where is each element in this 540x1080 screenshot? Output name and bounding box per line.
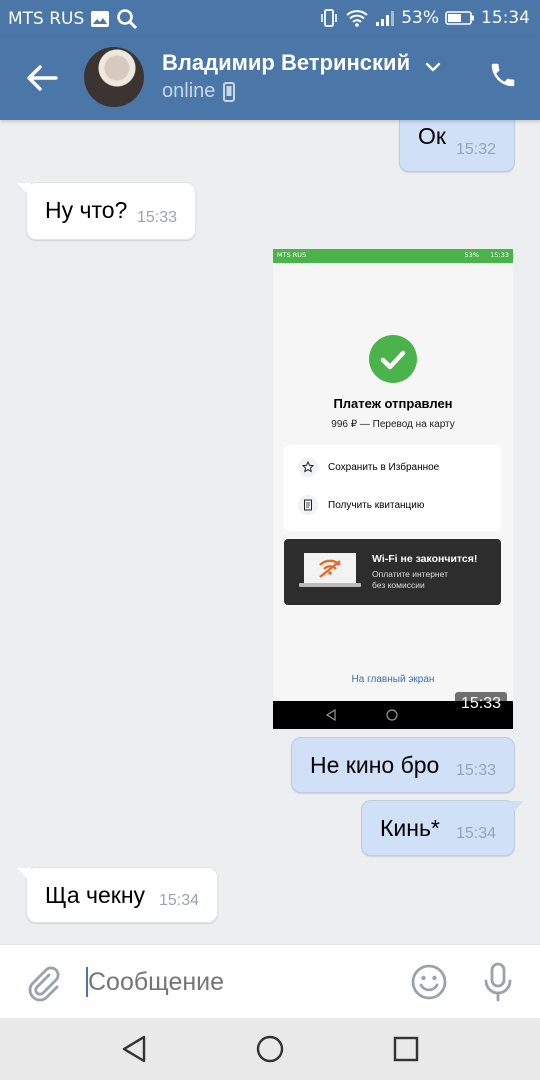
nav-back-button[interactable] (120, 1034, 148, 1064)
promo-line-2: без комиссии (372, 580, 425, 590)
system-nav-bar (0, 1018, 540, 1080)
attachment-status-bar: MTS RUS 53% 15:33 (273, 249, 513, 263)
paperclip-icon[interactable] (22, 962, 62, 1002)
promo-line-1: Оплатите интернет (372, 569, 448, 579)
message-time: 15:34 (455, 825, 496, 842)
home-screen-link: На главный экран (351, 674, 435, 685)
wifi-icon (346, 10, 368, 27)
online-label: online (162, 80, 216, 102)
laptop-wifi-icon (299, 553, 361, 587)
image-icon (91, 11, 110, 27)
mobile-icon (223, 81, 236, 102)
back-arrow-icon[interactable] (24, 60, 60, 96)
message-time: 15:34 (158, 892, 199, 909)
receipt-icon (298, 495, 318, 515)
contact-name[interactable]: Владимир Ветринский (162, 50, 410, 76)
nav-recents-button[interactable] (393, 1036, 419, 1062)
message-bubble-incoming[interactable]: Ну что? 15:33 (17, 182, 196, 240)
save-favorite-row: Сохранить в Избранное (298, 457, 439, 477)
signal-icon (376, 11, 395, 26)
clock: 15:34 (481, 8, 530, 28)
message-text: Ок (418, 123, 446, 149)
message-time: 15:33 (455, 762, 496, 779)
payment-actions-card: Сохранить в Избранное Получить квитанцию (284, 445, 501, 531)
avatar[interactable] (84, 47, 144, 107)
attachment-clock: 15:33 (490, 251, 509, 259)
message-time: 15:32 (455, 141, 496, 158)
nav-home-button[interactable] (256, 1035, 284, 1063)
nav-back-icon (325, 709, 336, 721)
chat-header: Владимир Ветринский online (0, 36, 540, 120)
message-bubble-outgoing[interactable]: Кинь* 15:34 (361, 800, 524, 856)
image-attachment[interactable]: MTS RUS 53% 15:33 Платеж отправлен 996 ₽… (273, 249, 513, 729)
battery-icon (445, 11, 474, 25)
status-bar: MTS RUS 53% 15:34 (0, 0, 540, 36)
battery-percent: 53% (401, 8, 439, 28)
attachment-carrier: MTS RUS (277, 251, 307, 259)
attachment-time: 15:33 (454, 692, 507, 716)
message-text: Кинь* (380, 815, 440, 841)
nav-home-icon (386, 709, 398, 721)
payment-title: Платеж отправлен (333, 396, 453, 411)
promo-banner: Wi-Fi не закончится! Оплатите интернет б… (284, 539, 501, 605)
phone-icon[interactable] (488, 60, 518, 90)
payment-subtitle: 996 ₽ — Перевод на карту (331, 419, 455, 430)
message-input[interactable] (88, 968, 388, 997)
receipt-label: Получить квитанцию (328, 499, 425, 511)
message-time: 15:33 (136, 209, 177, 226)
message-text: Ну что? (45, 197, 128, 223)
online-status: online (162, 80, 236, 103)
message-bubble-outgoing[interactable]: Не кино бро 15:33 (291, 737, 515, 793)
message-text: Не кино бро (310, 752, 440, 778)
search-icon (117, 9, 138, 30)
carrier-label: MTS RUS (8, 9, 85, 29)
emoji-icon[interactable] (410, 963, 448, 1001)
check-icon (369, 335, 417, 383)
chevron-down-icon[interactable] (424, 58, 442, 76)
vibrate-icon (321, 9, 338, 27)
message-text: Ща чекну (45, 882, 146, 908)
message-bubble-incoming[interactable]: Ща чекну 15:34 (17, 867, 218, 923)
message-composer (0, 944, 540, 1019)
save-favorite-label: Сохранить в Избранное (328, 461, 440, 473)
attachment-battery: 53% (464, 251, 479, 259)
microphone-icon[interactable] (480, 962, 516, 1002)
promo-title: Wi-Fi не закончится! (372, 553, 478, 565)
receipt-row: Получить квитанцию (298, 495, 424, 515)
star-icon (298, 457, 318, 477)
